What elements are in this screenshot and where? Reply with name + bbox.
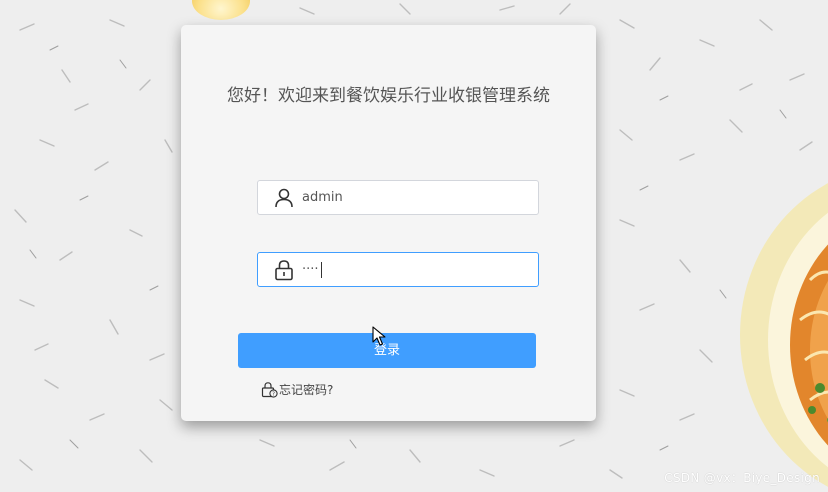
- svg-text:?: ?: [272, 391, 275, 397]
- csdn-watermark: CSDN @vx：Biye_Design: [664, 471, 820, 485]
- login-button[interactable]: 登录: [238, 333, 536, 368]
- text-caret: [321, 262, 322, 278]
- login-card: 您好！欢迎来到餐饮娱乐行业收银管理系统 admin ···· 登录 ? 忘记密码…: [181, 25, 596, 421]
- lock-question-icon: ?: [261, 381, 278, 398]
- lock-icon: [275, 260, 293, 281]
- welcome-title: 您好！欢迎来到餐饮娱乐行业收银管理系统: [227, 86, 550, 106]
- username-field[interactable]: admin: [257, 180, 539, 215]
- login-page: 您好！欢迎来到餐饮娱乐行业收银管理系统 admin ···· 登录 ? 忘记密码…: [0, 0, 828, 492]
- username-value: admin: [302, 190, 343, 205]
- mouse-pointer-icon: [372, 326, 386, 346]
- forgot-password-label: 忘记密码?: [279, 382, 334, 397]
- noodle-bowl-image: [740, 183, 828, 487]
- password-field[interactable]: ····: [257, 252, 539, 287]
- forgot-password-link[interactable]: ? 忘记密码?: [261, 380, 333, 398]
- user-icon: [275, 188, 293, 208]
- password-masked-value: ····: [302, 262, 319, 277]
